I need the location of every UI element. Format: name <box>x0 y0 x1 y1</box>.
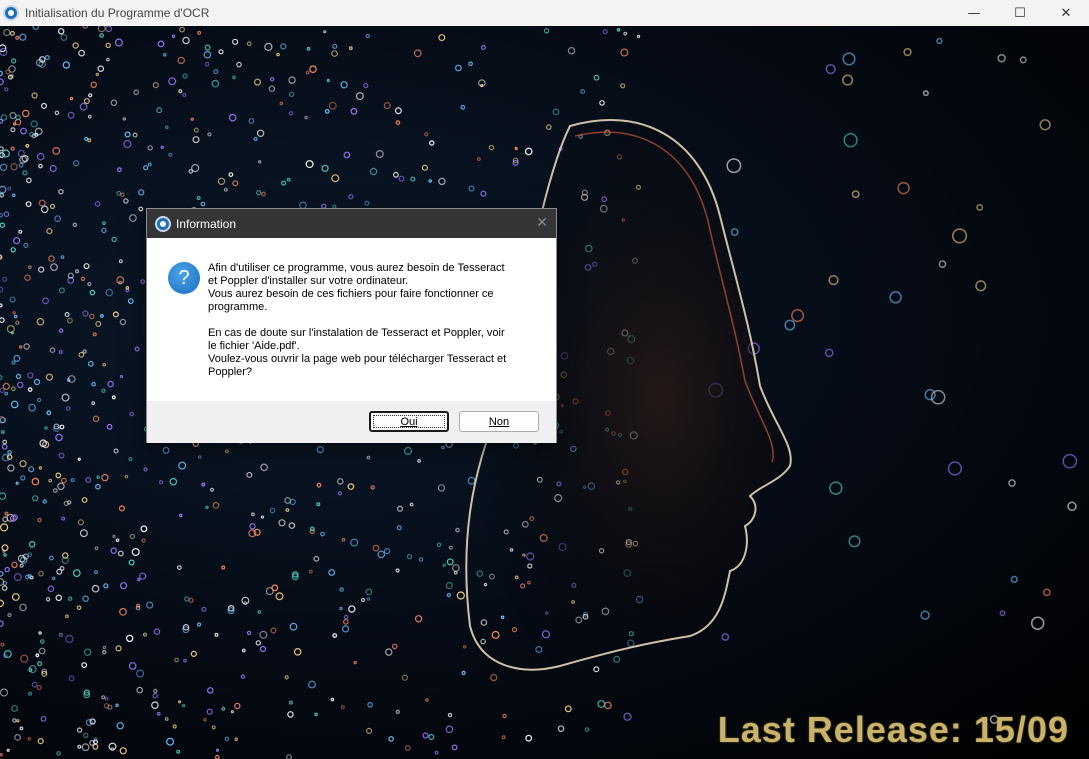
dialog-body: ? Afin d'utiliser ce programme, vous aur… <box>147 238 556 401</box>
question-icon: ? <box>168 262 200 294</box>
window-controls: — ☐ ✕ <box>951 0 1089 26</box>
window-title: Initialisation du Programme d'OCR <box>25 6 210 20</box>
title-bar: Initialisation du Programme d'OCR — ☐ ✕ <box>0 0 1089 26</box>
minimize-button[interactable]: — <box>951 0 997 26</box>
oui-button[interactable]: Oui <box>369 411 449 432</box>
dialog-title: Information <box>176 216 237 231</box>
last-release-label: Last Release: 15/09 <box>717 709 1069 750</box>
maximize-button[interactable]: ☐ <box>997 0 1043 26</box>
dialog-message: Afin d'utiliser ce programme, vous aurez… <box>208 262 507 378</box>
dialog-close-button[interactable]: ✕ <box>536 215 548 231</box>
app-logo-icon <box>3 5 19 21</box>
dialog-footer: Oui Non <box>147 401 556 443</box>
non-button[interactable]: Non <box>459 411 539 432</box>
app-window: Initialisation du Programme d'OCR — ☐ ✕ … <box>0 0 1089 759</box>
close-button[interactable]: ✕ <box>1043 0 1089 26</box>
app-logo-icon <box>155 215 171 232</box>
information-dialog: Information ✕ ? Afin d'utiliser ce progr… <box>146 208 557 443</box>
dialog-title-bar: Information ✕ <box>147 209 556 238</box>
